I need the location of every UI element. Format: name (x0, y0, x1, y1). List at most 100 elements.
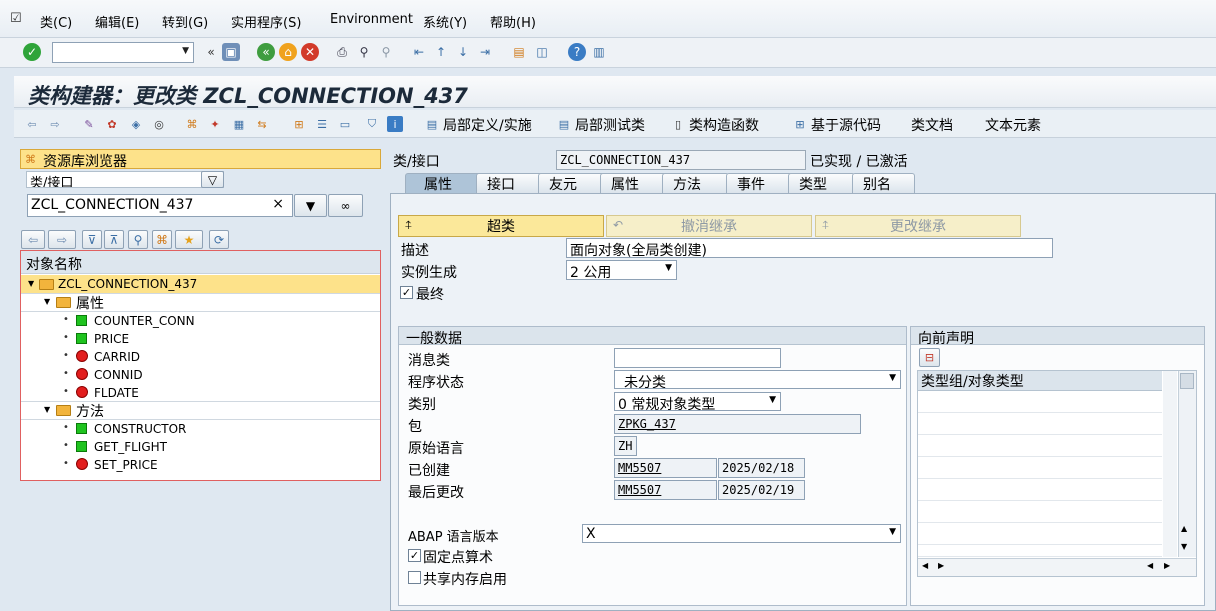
wand-icon[interactable]: ✦ (207, 116, 223, 132)
table-row[interactable] (918, 479, 1162, 501)
first-page-icon[interactable]: ⇤ (410, 43, 428, 61)
display-glasses-icon[interactable]: ∞ (328, 194, 363, 217)
menu-utilities[interactable]: 实用程序(S) (231, 12, 301, 31)
scroll-left-icon[interactable]: ◀ (1147, 561, 1153, 570)
next-page-icon[interactable]: ↓ (454, 43, 472, 61)
scroll-up-icon[interactable]: ▲ (1181, 524, 1187, 533)
clear-icon[interactable]: × (272, 196, 284, 212)
shared-memory-checkbox[interactable] (408, 571, 421, 584)
last-page-icon[interactable]: ⇥ (476, 43, 494, 61)
source-code-based-button[interactable]: 基于源代码 (811, 115, 881, 135)
dropdown-arrow-icon[interactable]: ▼ (889, 373, 896, 383)
fixed-point-checkbox[interactable]: ✓ (408, 549, 421, 562)
local-test-classes-button[interactable]: 局部测试类 (575, 115, 645, 135)
object-type-dropdown-icon[interactable]: ▽ (201, 171, 224, 188)
navigate-icon[interactable]: ⇆ (254, 116, 270, 132)
scroll-right-icon[interactable]: ▶ (1164, 561, 1170, 570)
tree-item[interactable]: • CARRID (21, 348, 380, 366)
display-object-list-icon[interactable]: ▦ (231, 116, 247, 132)
print-icon[interactable]: ⎙ (333, 43, 351, 61)
layout-icon[interactable]: ▥ (590, 43, 608, 61)
back-arrow-icon[interactable]: ⇦ (24, 116, 40, 132)
tab-aliases[interactable]: 别名 (852, 173, 915, 193)
scrollbar-thumb[interactable] (1180, 373, 1194, 389)
scroll-right-icon[interactable]: ▶ (938, 561, 944, 570)
object-type-select[interactable]: 类/接口 (26, 171, 224, 188)
activate-icon[interactable]: ◈ (128, 116, 144, 132)
menu-system[interactable]: 系统(Y) (423, 12, 467, 31)
collapse-tree-icon[interactable]: ⊼ (104, 230, 124, 249)
menu-goto[interactable]: 转到(G) (162, 12, 208, 31)
tab-types[interactable]: 类型 (788, 173, 855, 193)
dropdown-arrow-icon[interactable]: ▼ (889, 527, 896, 537)
description-input[interactable]: 面向对象(全局类创建) (566, 238, 1053, 258)
table-row[interactable] (918, 523, 1162, 545)
class-constructor-button[interactable]: 类构造函数 (689, 115, 759, 135)
menu-environment[interactable]: Environment (330, 12, 413, 27)
back-icon[interactable]: « (257, 43, 275, 61)
check-icon[interactable]: ✿ (104, 116, 120, 132)
abap-version-select[interactable]: X ▼ (582, 524, 901, 543)
refresh-icon[interactable]: ⟳ (209, 230, 229, 249)
instantiation-select[interactable]: 2 公用 ▼ (566, 260, 677, 280)
display-change-icon[interactable]: ✎ (81, 116, 97, 132)
where-used-icon[interactable]: ◎ (151, 116, 167, 132)
save-icon[interactable]: ▣ (222, 43, 240, 61)
package-field[interactable]: ZPKG_437 (614, 414, 861, 434)
tree-item[interactable]: • COUNTER_CONN (21, 312, 380, 330)
tree-find-icon[interactable]: ⚲ (128, 230, 148, 249)
tab-events[interactable]: 事件 (726, 173, 793, 193)
menu-edit[interactable]: 编辑(E) (95, 12, 139, 31)
info-icon[interactable]: i (387, 116, 403, 132)
command-field[interactable]: ▼ (52, 42, 194, 63)
tab-friends[interactable]: 友元 (538, 173, 605, 193)
expanded-arrow-icon[interactable]: ▼ (28, 279, 34, 288)
dropdown-arrow-icon[interactable]: ▼ (665, 263, 672, 273)
find-icon[interactable]: ⚲ (355, 43, 373, 61)
tree-item[interactable]: • FLDATE (21, 384, 380, 402)
collapse-icon[interactable]: « (202, 43, 220, 61)
class-documentation-button[interactable]: 类文档 (911, 115, 953, 135)
scroll-down-icon[interactable]: ▼ (1181, 542, 1187, 551)
horizontal-scrollbar[interactable] (918, 558, 1196, 576)
list-icon[interactable]: ☰ (314, 116, 330, 132)
change-inheritance-button[interactable]: ⍏ 更改继承 (815, 215, 1021, 237)
table-row[interactable] (918, 413, 1162, 435)
hierarchy-icon[interactable]: ⌘ (184, 116, 200, 132)
window-icon[interactable]: ▭ (337, 116, 353, 132)
tab-attributes[interactable]: 属性 (600, 173, 667, 193)
command-dropdown-icon[interactable]: ▼ (182, 46, 189, 56)
tree-item[interactable]: • CONSTRUCTOR (21, 420, 380, 438)
superclass-button[interactable]: ⍏ 超类 (398, 215, 604, 237)
new-session-icon[interactable]: ▤ (510, 43, 528, 61)
menu-class[interactable]: 类(C) (40, 12, 72, 31)
find-next-icon[interactable]: ⚲ (377, 43, 395, 61)
category-select[interactable]: 0 常规对象类型 ▼ (614, 392, 781, 411)
tree-item[interactable]: • GET_FLIGHT (21, 438, 380, 456)
local-definitions-button[interactable]: 局部定义/实施 (443, 115, 532, 135)
tree-node-root[interactable]: ▼ ZCL_CONNECTION_437 (21, 275, 380, 293)
tree-item[interactable]: • SET_PRICE (21, 456, 380, 474)
tree-item[interactable]: • PRICE (21, 330, 380, 348)
tree-node-methods[interactable]: ▼ 方法 (21, 401, 380, 420)
exit-icon[interactable]: ⌂ (279, 43, 297, 61)
table-row[interactable] (918, 435, 1162, 457)
cancel-icon[interactable]: ✕ (301, 43, 319, 61)
prev-page-icon[interactable]: ↑ (432, 43, 450, 61)
dropdown-arrow-icon[interactable]: ▼ (769, 395, 776, 405)
favorites-icon[interactable]: ★ (175, 230, 203, 249)
enter-icon[interactable]: ✓ (23, 43, 41, 61)
tree-item[interactable]: • CONNID (21, 366, 380, 384)
tree-node-attributes[interactable]: ▼ 属性 (21, 293, 380, 312)
table-row[interactable] (918, 391, 1162, 413)
undo-inheritance-button[interactable]: ↶ 撤消继承 (606, 215, 812, 237)
text-elements-button[interactable]: 文本元素 (985, 115, 1041, 135)
tree-hierarchy-icon[interactable]: ⌘ (152, 230, 172, 249)
program-status-select[interactable]: 未分类 ▼ (614, 370, 901, 389)
expanded-arrow-icon[interactable]: ▼ (44, 297, 50, 306)
shortcut-icon[interactable]: ◫ (533, 43, 551, 61)
tab-methods[interactable]: 方法 (662, 173, 729, 193)
delete-row-icon[interactable]: ⊟ (919, 348, 940, 367)
message-class-input[interactable] (614, 348, 781, 368)
tree-forward-icon[interactable]: ⇨ (48, 230, 76, 249)
